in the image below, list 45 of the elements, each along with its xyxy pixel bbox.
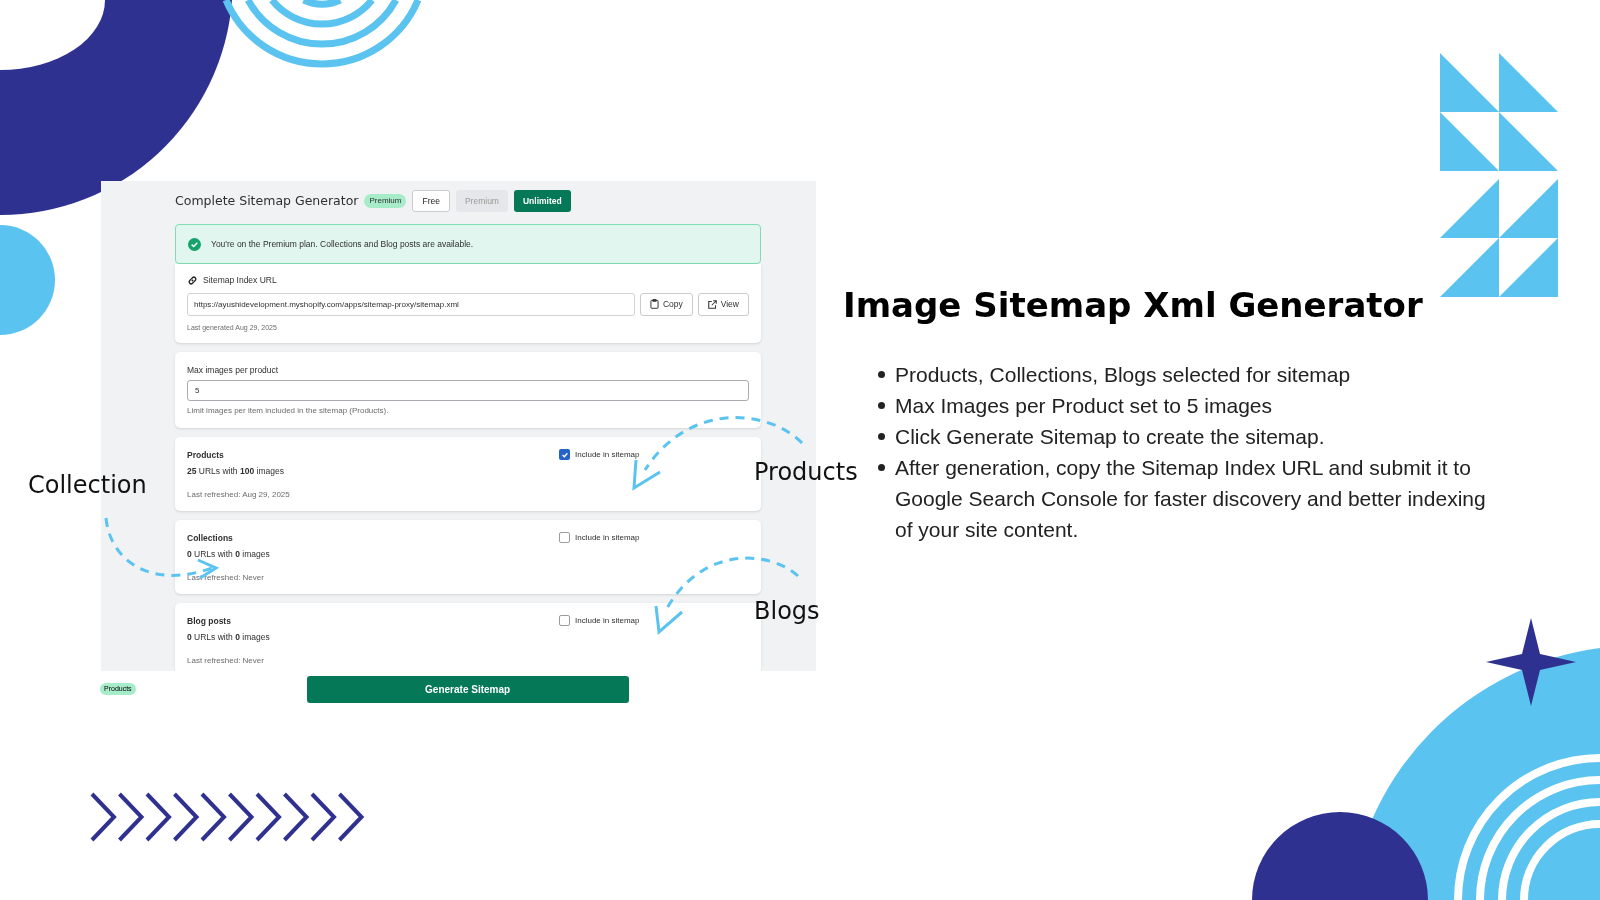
annotation-label: Products <box>754 457 858 488</box>
bullet-icon <box>878 464 885 471</box>
section-title: Blog posts <box>187 615 232 628</box>
last-refreshed: Last refreshed: Aug 29, 2025 <box>187 488 291 501</box>
clipboard-icon <box>649 299 659 310</box>
plan-button[interactable]: Free <box>412 190 450 212</box>
field-label: Max images per product <box>187 364 280 377</box>
check-circle-icon <box>188 237 201 251</box>
section-summary: 0 URLs with 0 images <box>187 547 271 561</box>
app-title: Complete Sitemap Generator <box>175 191 359 210</box>
include-checkbox[interactable]: Include in sitemap <box>559 532 640 546</box>
last-refreshed: Last refreshed: Never <box>187 654 265 667</box>
copy-button[interactable]: Copy <box>639 292 693 316</box>
max-images-field[interactable]: 5 <box>187 380 749 401</box>
bullet-text: Click Generate Sitemap to create the sitemap. <box>895 424 1325 450</box>
bullet-icon <box>878 371 885 378</box>
section-title: Products <box>187 449 225 462</box>
section-summary: 0 URLs with 0 images <box>187 630 271 644</box>
link-icon <box>187 274 198 286</box>
checkbox[interactable] <box>559 449 570 460</box>
annotation-label: Blogs <box>754 596 820 627</box>
external-link-icon <box>707 299 717 309</box>
section-summary: 25 URLs with 100 images <box>187 464 285 478</box>
plan-button[interactable]: Unlimited <box>513 190 571 212</box>
url-label: Sitemap Index URL <box>203 274 277 287</box>
bullet-icon <box>878 433 885 440</box>
section-title: Collections <box>187 532 234 545</box>
checkbox[interactable] <box>559 532 570 543</box>
annotation-label: Collection <box>28 470 147 501</box>
checkbox[interactable] <box>559 615 570 626</box>
bullet-icon <box>878 402 885 409</box>
include-checkbox[interactable]: Include in sitemap <box>559 449 640 463</box>
generate-button[interactable]: Generate Sitemap <box>306 675 629 703</box>
star-icon <box>1486 618 1576 706</box>
banner-text: You're on the Premium plan. Collections and Blog posts are available. <box>211 237 474 251</box>
view-button[interactable]: View <box>697 292 749 316</box>
bullet-text: Products, Collections, Blogs selected for sitemap <box>895 362 1351 388</box>
include-checkbox[interactable]: Include in sitemap <box>559 615 640 629</box>
slide-heading: Image Sitemap Xml Generator <box>843 284 1424 327</box>
bullet-text: Max Images per Product set to 5 images <box>895 393 1272 419</box>
plan-badge: Premium <box>364 194 407 208</box>
bullet-text: After generation, copy the Sitemap Index URL and submit it to Google Search Console for faster discovery and better indexing of your site content. <box>895 455 1487 543</box>
url-field[interactable]: https://ayushidevelopment.myshopify.com/apps/sitemap-proxy/sitemap.xml <box>187 292 635 316</box>
help-text: Limit images per item included in the sitemap (Products). <box>187 405 390 417</box>
last-refreshed: Last refreshed: Never <box>187 571 265 584</box>
